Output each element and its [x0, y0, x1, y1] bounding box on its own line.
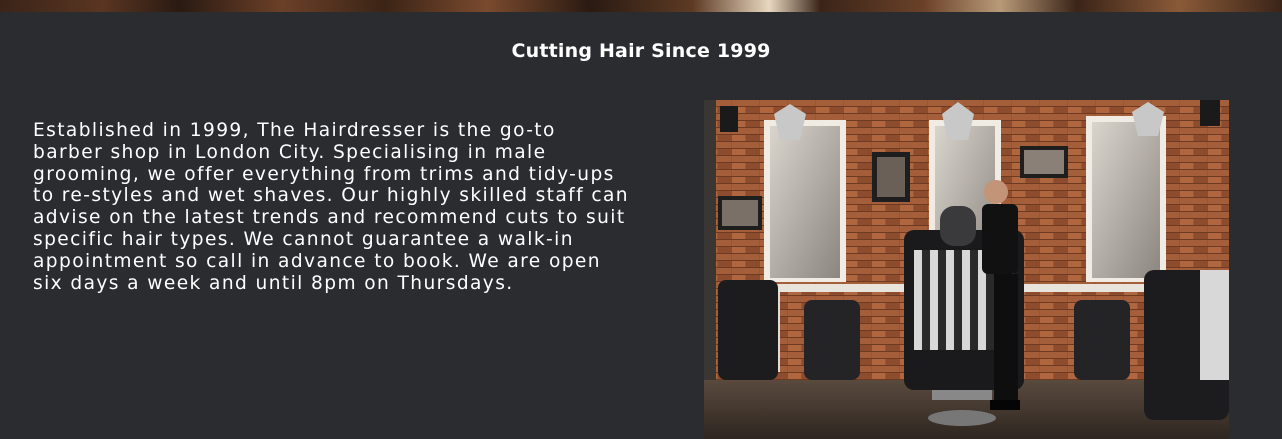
section-title: Cutting Hair Since 1999	[511, 40, 771, 62]
about-description: Established in 1999, The Hairdresser is …	[33, 120, 629, 294]
hero-image-bottom-edge	[0, 0, 1282, 12]
barbershop-photo	[704, 100, 1229, 439]
